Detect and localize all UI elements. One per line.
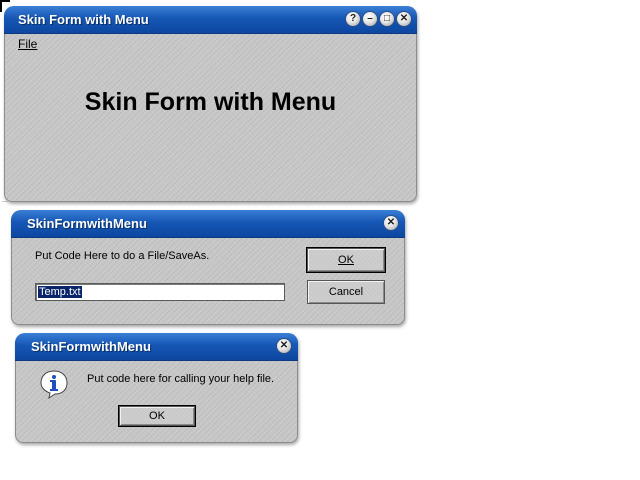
- help-close-button[interactable]: ✕: [277, 339, 291, 353]
- help-dialog: SkinFormwithMenu ✕ Put code here for cal…: [15, 333, 298, 443]
- form-heading: Skin Form with Menu: [84, 88, 337, 116]
- main-window: Skin Form with Menu ? – □ ✕ File Skin Fo…: [4, 6, 417, 202]
- minimize-button[interactable]: –: [363, 12, 377, 26]
- cancel-button[interactable]: Cancel: [307, 280, 385, 304]
- info-icon: [40, 370, 68, 399]
- ok-button[interactable]: OK: [306, 247, 386, 273]
- saveas-message: Put Code Here to do a File/SaveAs.: [35, 250, 210, 262]
- help-dialog-title: SkinFormwithMenu: [31, 339, 151, 354]
- main-window-titlebar[interactable]: Skin Form with Menu ? – □ ✕: [4, 6, 417, 34]
- saveas-dialog-title: SkinFormwithMenu: [27, 216, 147, 231]
- main-window-title: Skin Form with Menu: [18, 12, 149, 27]
- maximize-button[interactable]: □: [380, 12, 394, 26]
- help-message: Put code here for calling your help file…: [87, 373, 275, 385]
- cancel-button-label: Cancel: [328, 286, 364, 298]
- help-ok-button[interactable]: OK: [118, 405, 196, 427]
- help-dialog-titlebar[interactable]: SkinFormwithMenu ✕: [15, 333, 298, 361]
- filename-selected-text: Temp.txt: [38, 286, 82, 298]
- ok-button-label: OK: [338, 254, 354, 266]
- help-button[interactable]: ?: [346, 12, 360, 26]
- saveas-close-button[interactable]: ✕: [384, 216, 398, 230]
- close-button[interactable]: ✕: [397, 12, 411, 26]
- saveas-dialog: SkinFormwithMenu ✕ Put Code Here to do a…: [11, 210, 405, 325]
- menu-file[interactable]: File: [18, 37, 37, 51]
- help-ok-button-label: OK: [149, 410, 165, 422]
- window-edge-artifact: ...: [2, 197, 8, 204]
- filename-input[interactable]: Temp.txt: [35, 283, 285, 301]
- menubar: File: [18, 37, 37, 51]
- saveas-dialog-titlebar[interactable]: SkinFormwithMenu ✕: [11, 210, 405, 238]
